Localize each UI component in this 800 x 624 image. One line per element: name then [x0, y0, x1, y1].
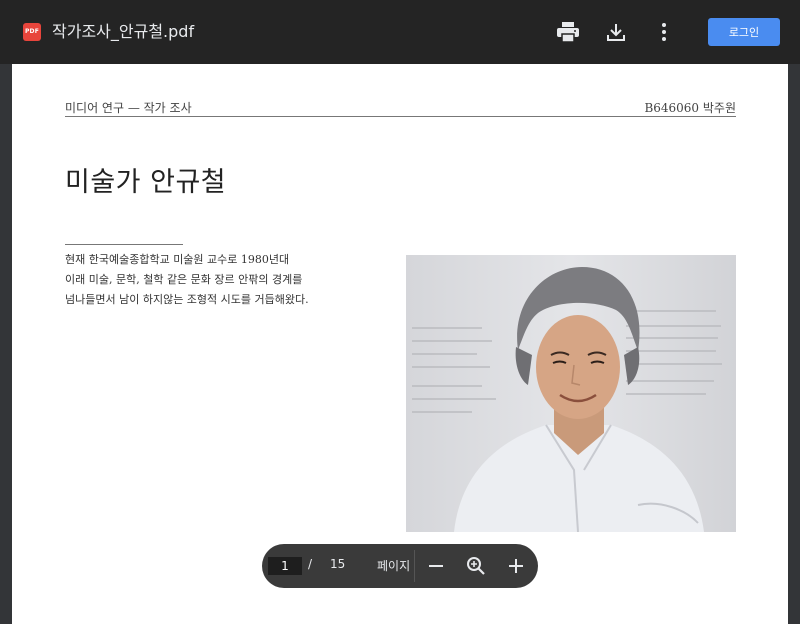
zoom-icon — [467, 557, 485, 575]
document-title: 미술가 안규철 — [65, 167, 227, 198]
pager-divider — [414, 550, 415, 582]
file-name: 작가조사_안규철.pdf — [52, 22, 195, 41]
header-divider — [65, 116, 736, 117]
page-header-student: B646060 박주원 — [644, 101, 736, 115]
print-icon[interactable] — [556, 20, 580, 44]
page-separator: / — [308, 557, 313, 571]
intro-line: 이래 미술, 문학, 철학 같은 문화 장르 안팎의 경계를 — [65, 273, 303, 286]
zoom-fit-button[interactable] — [464, 554, 488, 578]
intro-line: 넘나들면서 남이 하지않는 조형적 시도를 거듭해왔다. — [65, 293, 309, 306]
intro-line: 현재 한국예술종합학교 미술원 교수로 1980년대 — [65, 253, 290, 266]
intro-divider — [65, 244, 183, 245]
pdf-page: 미디어 연구 — 작가 조사 B646060 박주원 미술가 안규철 현재 한국… — [12, 64, 788, 624]
zoom-out-button[interactable] — [424, 554, 448, 578]
plus-icon — [509, 559, 523, 573]
artist-portrait-photo — [406, 255, 736, 532]
page-header-course: 미디어 연구 — 작가 조사 — [65, 101, 192, 115]
login-button[interactable]: 로그인 — [708, 18, 780, 46]
top-toolbar: PDF 작가조사_안규철.pdf 로그인 — [0, 0, 800, 64]
page-label: 페이지 — [377, 559, 411, 573]
download-icon[interactable] — [604, 20, 628, 44]
intro-paragraph: 현재 한국예술종합학교 미술원 교수로 1980년대 이래 미술, 문학, 철학… — [65, 250, 365, 310]
more-vert-icon[interactable] — [652, 20, 676, 44]
page-navigation-bar: / 15 페이지 — [262, 544, 538, 588]
pdf-file-icon: PDF — [23, 23, 41, 41]
total-pages: 15 — [330, 557, 346, 571]
page-number-input[interactable] — [268, 557, 302, 575]
minus-icon — [429, 565, 443, 567]
zoom-in-button[interactable] — [504, 554, 528, 578]
